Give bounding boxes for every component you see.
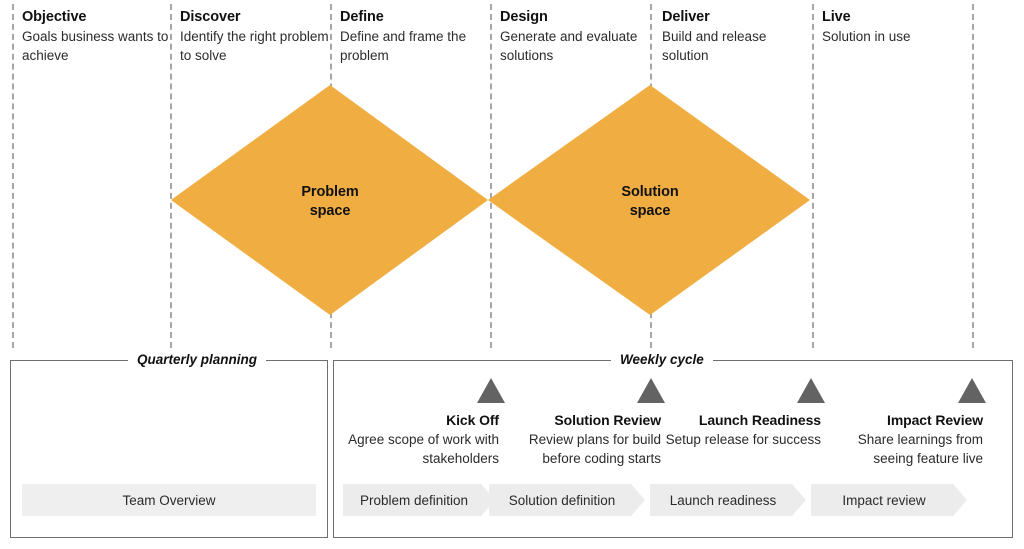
workstream-chevron-impact-review[interactable]: Impact review — [811, 484, 967, 516]
guide-line-2 — [330, 4, 332, 348]
phase-column-deliver: Deliver Build and release solution — [662, 8, 812, 65]
phase-column-discover: Discover Identify the right problem to so… — [180, 8, 330, 65]
guide-line-0 — [12, 4, 14, 348]
milestone-description: Share learnings from seeing feature live — [857, 432, 983, 466]
diamond-label: Solution space — [570, 183, 730, 221]
milestone-triangle-icon — [637, 378, 665, 403]
phase-column-live: Live Solution in use — [822, 8, 972, 47]
phase-title: Objective — [22, 9, 87, 25]
milestone-description: Setup release for success — [665, 432, 821, 447]
diamond-label-line1: Problem — [301, 184, 359, 200]
guide-line-4 — [650, 4, 652, 348]
milestone-description: Agree scope of work with stakeholders — [348, 432, 499, 466]
phase-column-design: Design Generate and evaluate solutions — [500, 8, 650, 65]
diamond-label: Problem space — [250, 183, 410, 221]
workstream-chevron-solution-definition[interactable]: Solution definition — [489, 484, 645, 516]
phase-description: Build and release solution — [662, 29, 767, 63]
milestone-solution-review: Solution Review Review plans for build be… — [504, 411, 664, 468]
phase-description: Identify the right problem to solve — [180, 29, 329, 63]
milestone-title: Kick Off — [446, 412, 499, 428]
workstream-chevron-launch-readiness[interactable]: Launch readiness — [650, 484, 806, 516]
milestone-title: Impact Review — [887, 412, 983, 428]
workstream-chevron-problem-definition[interactable]: Problem definition — [343, 484, 495, 516]
guide-line-6 — [972, 4, 974, 348]
milestone-title: Solution Review — [554, 412, 661, 428]
phase-title: Design — [500, 9, 548, 25]
milestone-launch-readiness: Launch Readiness Setup release for succes… — [664, 411, 824, 450]
panel-legend: Quarterly planning — [128, 352, 267, 368]
milestone-kick-off: Kick Off Agree scope of work with stakeho… — [342, 411, 502, 468]
milestone-impact-review: Impact Review Share learnings from seeing… — [826, 411, 986, 468]
diamond-label-line2: space — [629, 203, 671, 219]
diamond-label-line2: space — [309, 203, 351, 219]
phase-title: Define — [340, 9, 384, 25]
phase-description: Goals business wants to achieve — [22, 29, 169, 63]
phase-title: Deliver — [662, 9, 710, 25]
diamond-label-line1: Solution — [621, 184, 679, 200]
workstream-bar-team-overview[interactable]: Team Overview — [22, 484, 316, 516]
phase-column-objective: Objective Goals business wants to achieve — [22, 8, 172, 65]
guide-line-5 — [812, 4, 814, 348]
phase-description: Solution in use — [822, 29, 911, 44]
milestone-triangle-icon — [477, 378, 505, 403]
phase-title: Live — [822, 9, 851, 25]
phase-description: Generate and evaluate solutions — [500, 29, 638, 63]
milestone-title: Launch Readiness — [698, 412, 821, 428]
milestone-description: Review plans for build before coding sta… — [528, 432, 661, 466]
panel-legend: Weekly cycle — [611, 352, 713, 368]
phase-description: Define and frame the problem — [340, 29, 467, 63]
phase-title: Discover — [180, 9, 241, 25]
milestone-triangle-icon — [797, 378, 825, 403]
phase-column-define: Define Define and frame the problem — [340, 8, 495, 65]
milestone-triangle-icon — [958, 378, 986, 403]
